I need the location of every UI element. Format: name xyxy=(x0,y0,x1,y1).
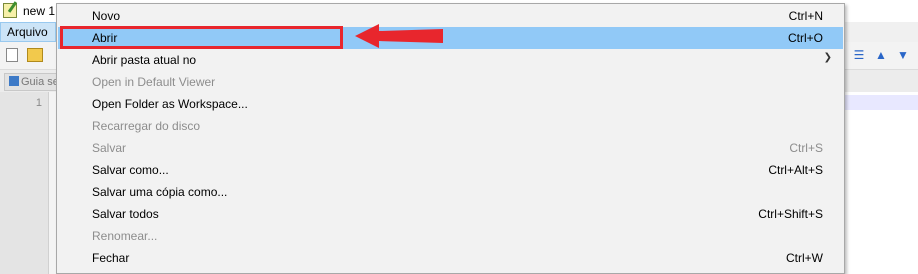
menu-item-open-default-viewer[interactable]: Open in Default Viewer xyxy=(58,71,843,93)
menu-item-shortcut: Ctrl+O xyxy=(787,31,823,45)
menu-item-label: Renomear... xyxy=(92,229,158,243)
menu-item-fechar[interactable]: Fechar Ctrl+W xyxy=(58,247,843,269)
menu-item-renomear[interactable]: Renomear... xyxy=(58,225,843,247)
tab-document[interactable]: Guia sem título xyxy=(4,73,58,91)
menu-item-shortcut: Ctrl+Shift+S xyxy=(758,207,823,221)
annotation-arrow-icon xyxy=(355,24,443,48)
save-icon xyxy=(9,76,19,86)
menu-item-label: Abrir pasta atual no xyxy=(92,53,197,67)
menu-item-label: Salvar xyxy=(92,141,127,155)
menu-item-open-folder-workspace[interactable]: Open Folder as Workspace... xyxy=(58,93,843,115)
chevron-right-icon: ❯ xyxy=(823,52,832,63)
menu-item-shortcut: Ctrl+N xyxy=(788,9,823,23)
menu-item-shortcut: Ctrl+W xyxy=(786,251,823,265)
notepad-icon xyxy=(3,3,17,18)
open-folder-icon[interactable] xyxy=(27,48,43,62)
menu-item-label: Fechar xyxy=(92,251,130,265)
arrow-up-icon[interactable]: ▲ xyxy=(873,47,889,63)
menu-item-shortcut: Ctrl+S xyxy=(789,141,823,155)
line-number: 1 xyxy=(35,97,42,109)
menu-item-salvar[interactable]: Salvar Ctrl+S xyxy=(58,137,843,159)
tab-label: Guia sem título xyxy=(21,76,57,88)
menu-item-salvar-como[interactable]: Salvar como... Ctrl+Alt+S xyxy=(58,159,843,181)
menu-item-label: Open in Default Viewer xyxy=(92,75,216,89)
menu-item-recarregar[interactable]: Recarregar do disco xyxy=(58,115,843,137)
menu-item-salvar-todos[interactable]: Salvar todos Ctrl+Shift+S xyxy=(58,203,843,225)
line-number-gutter: 1 xyxy=(0,92,49,274)
arrow-down-icon[interactable]: ▼ xyxy=(895,47,911,63)
menu-item-novo[interactable]: Novo Ctrl+N xyxy=(58,5,843,27)
menu-item-label: Salvar todos xyxy=(92,207,159,221)
menu-arquivo[interactable]: Arquivo xyxy=(0,22,56,42)
new-file-icon[interactable] xyxy=(6,48,18,62)
menu-item-abrir-pasta-atual[interactable]: Abrir pasta atual no ❯ xyxy=(58,49,843,71)
menu-item-shortcut: Ctrl+Alt+S xyxy=(768,163,823,177)
annotation-highlight-box xyxy=(60,26,343,49)
fold-margin xyxy=(49,92,56,274)
menu-item-label: Open Folder as Workspace... xyxy=(92,97,248,111)
window-title: new 19 xyxy=(23,4,55,18)
menu-item-label: Salvar uma cópia como... xyxy=(92,185,228,199)
align-icon[interactable]: ☰ xyxy=(851,47,867,63)
menu-item-salvar-copia[interactable]: Salvar uma cópia como... xyxy=(58,181,843,203)
menu-item-label: Novo xyxy=(92,9,121,23)
menu-item-label: Recarregar do disco xyxy=(92,119,201,133)
menu-item-label: Salvar como... xyxy=(92,163,169,177)
